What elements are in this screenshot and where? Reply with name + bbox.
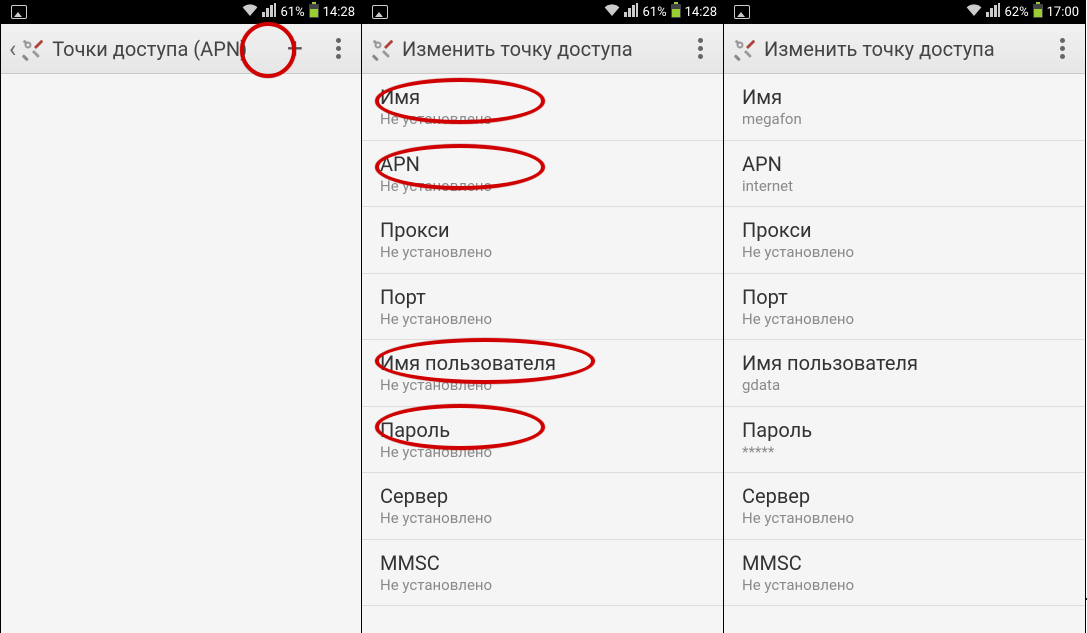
- list-item-title: Прокси: [380, 217, 705, 243]
- battery-percent: 61%: [642, 5, 666, 20]
- page-title: Изменить точку доступа: [764, 37, 1039, 61]
- list-item[interactable]: APN Не установлено: [362, 141, 723, 208]
- list-item-title: APN: [742, 151, 1067, 177]
- list-item-subtitle: Не установлено: [742, 576, 1067, 596]
- status-bar: 61% 14:28: [362, 0, 723, 24]
- status-bar: 62% 17:00: [724, 0, 1085, 24]
- clock: 17:00: [1047, 5, 1079, 20]
- list-item-title: Пароль: [742, 417, 1067, 443]
- image-notification-icon: [372, 5, 388, 19]
- list-item-title: MMSC: [380, 550, 705, 576]
- list-item[interactable]: MMSC Не установлено: [724, 540, 1085, 607]
- list-item[interactable]: Имя пользователя gdata: [724, 340, 1085, 407]
- list-item[interactable]: Порт Не установлено: [362, 274, 723, 341]
- list-item-title: Имя пользователя: [742, 350, 1067, 376]
- list-item[interactable]: MMSC Не установлено: [362, 540, 723, 607]
- phone-screen: 61% 14:28 ‹ Точки доступа (APN) +: [0, 0, 362, 633]
- wifi-icon: [604, 3, 620, 21]
- tools-icon: [732, 37, 756, 61]
- signal-icon: [986, 3, 1000, 21]
- list-item-title: Порт: [380, 284, 705, 310]
- list-item-subtitle: Не установлено: [380, 376, 705, 396]
- list-item-subtitle: Не установлено: [380, 509, 705, 529]
- list-item-title: APN: [380, 151, 705, 177]
- list-item[interactable]: Прокси Не установлено: [724, 207, 1085, 274]
- list-item-subtitle: Не установлено: [380, 443, 705, 463]
- content-area: Имя Не установлено APN Не установлено Пр…: [362, 74, 723, 633]
- battery-icon: [671, 2, 681, 22]
- clock: 14:28: [685, 5, 717, 20]
- list-item-subtitle: gdata: [742, 376, 1067, 396]
- content-area: Имя megafon APN internet Прокси Не устан…: [724, 74, 1085, 633]
- list-item[interactable]: Порт Не установлено: [724, 274, 1085, 341]
- wifi-icon: [966, 3, 982, 21]
- list-item-title: Прокси: [742, 217, 1067, 243]
- back-icon[interactable]: ‹: [9, 35, 16, 63]
- list-item-title: Имя пользователя: [380, 350, 705, 376]
- action-bar: Изменить точку доступа: [362, 24, 723, 74]
- list-item-subtitle: Не установлено: [742, 509, 1067, 529]
- image-notification-icon: [11, 5, 27, 19]
- list-item[interactable]: Прокси Не установлено: [362, 207, 723, 274]
- list-item-subtitle: megafon: [742, 110, 1067, 130]
- page-title: Изменить точку доступа: [402, 37, 677, 61]
- list-item-subtitle: Не установлено: [380, 177, 705, 197]
- list-item[interactable]: Имя Не установлено: [362, 74, 723, 141]
- list-item-subtitle: Не установлено: [742, 243, 1067, 263]
- wifi-icon: [242, 3, 258, 21]
- list-item-title: Сервер: [380, 483, 705, 509]
- list-item[interactable]: Сервер Не установлено: [724, 473, 1085, 540]
- list-item-subtitle: Не установлено: [380, 243, 705, 263]
- overflow-menu-icon[interactable]: [685, 29, 715, 69]
- action-bar: Изменить точку доступа: [724, 24, 1085, 74]
- add-button[interactable]: +: [275, 29, 315, 69]
- image-notification-icon: [734, 5, 750, 19]
- list-item-title: Порт: [742, 284, 1067, 310]
- list-item-title: Сервер: [742, 483, 1067, 509]
- overflow-menu-icon[interactable]: [1047, 29, 1077, 69]
- list-item[interactable]: Сервер Не установлено: [362, 473, 723, 540]
- list-item-title: Имя: [742, 84, 1067, 110]
- battery-icon: [1033, 2, 1043, 22]
- page-title: Точки доступа (APN): [52, 37, 267, 61]
- list-item-title: Пароль: [380, 417, 705, 443]
- list-item[interactable]: APN internet: [724, 141, 1085, 208]
- overflow-menu-icon[interactable]: [323, 29, 353, 69]
- clock: 14:28: [323, 5, 355, 20]
- action-bar: ‹ Точки доступа (APN) +: [1, 24, 361, 74]
- battery-icon: [309, 2, 319, 22]
- list-item-subtitle: Не установлено: [380, 310, 705, 330]
- phone-screen: 62% 17:00 Изменить точку доступа Имя meg…: [724, 0, 1086, 633]
- tools-icon: [20, 37, 44, 61]
- list-item[interactable]: Пароль Не установлено: [362, 407, 723, 474]
- status-bar: 61% 14:28: [1, 0, 361, 24]
- phone-screen: 61% 14:28 Изменить точку доступа Имя Не …: [362, 0, 724, 633]
- list-item-title: Имя: [380, 84, 705, 110]
- signal-icon: [262, 3, 276, 21]
- battery-percent: 61%: [280, 5, 304, 20]
- list-item-subtitle: Не установлено: [380, 576, 705, 596]
- signal-icon: [624, 3, 638, 21]
- list-item[interactable]: Имя megafon: [724, 74, 1085, 141]
- list-item[interactable]: Пароль *****: [724, 407, 1085, 474]
- list-item-subtitle: Не установлено: [380, 110, 705, 130]
- list-item[interactable]: Имя пользователя Не установлено: [362, 340, 723, 407]
- tools-icon: [370, 37, 394, 61]
- list-item-subtitle: *****: [742, 443, 1067, 463]
- list-item-title: MMSC: [742, 550, 1067, 576]
- list-item-subtitle: internet: [742, 177, 1067, 197]
- content-area: [1, 74, 361, 633]
- list-item-subtitle: Не установлено: [742, 310, 1067, 330]
- battery-percent: 62%: [1004, 5, 1028, 20]
